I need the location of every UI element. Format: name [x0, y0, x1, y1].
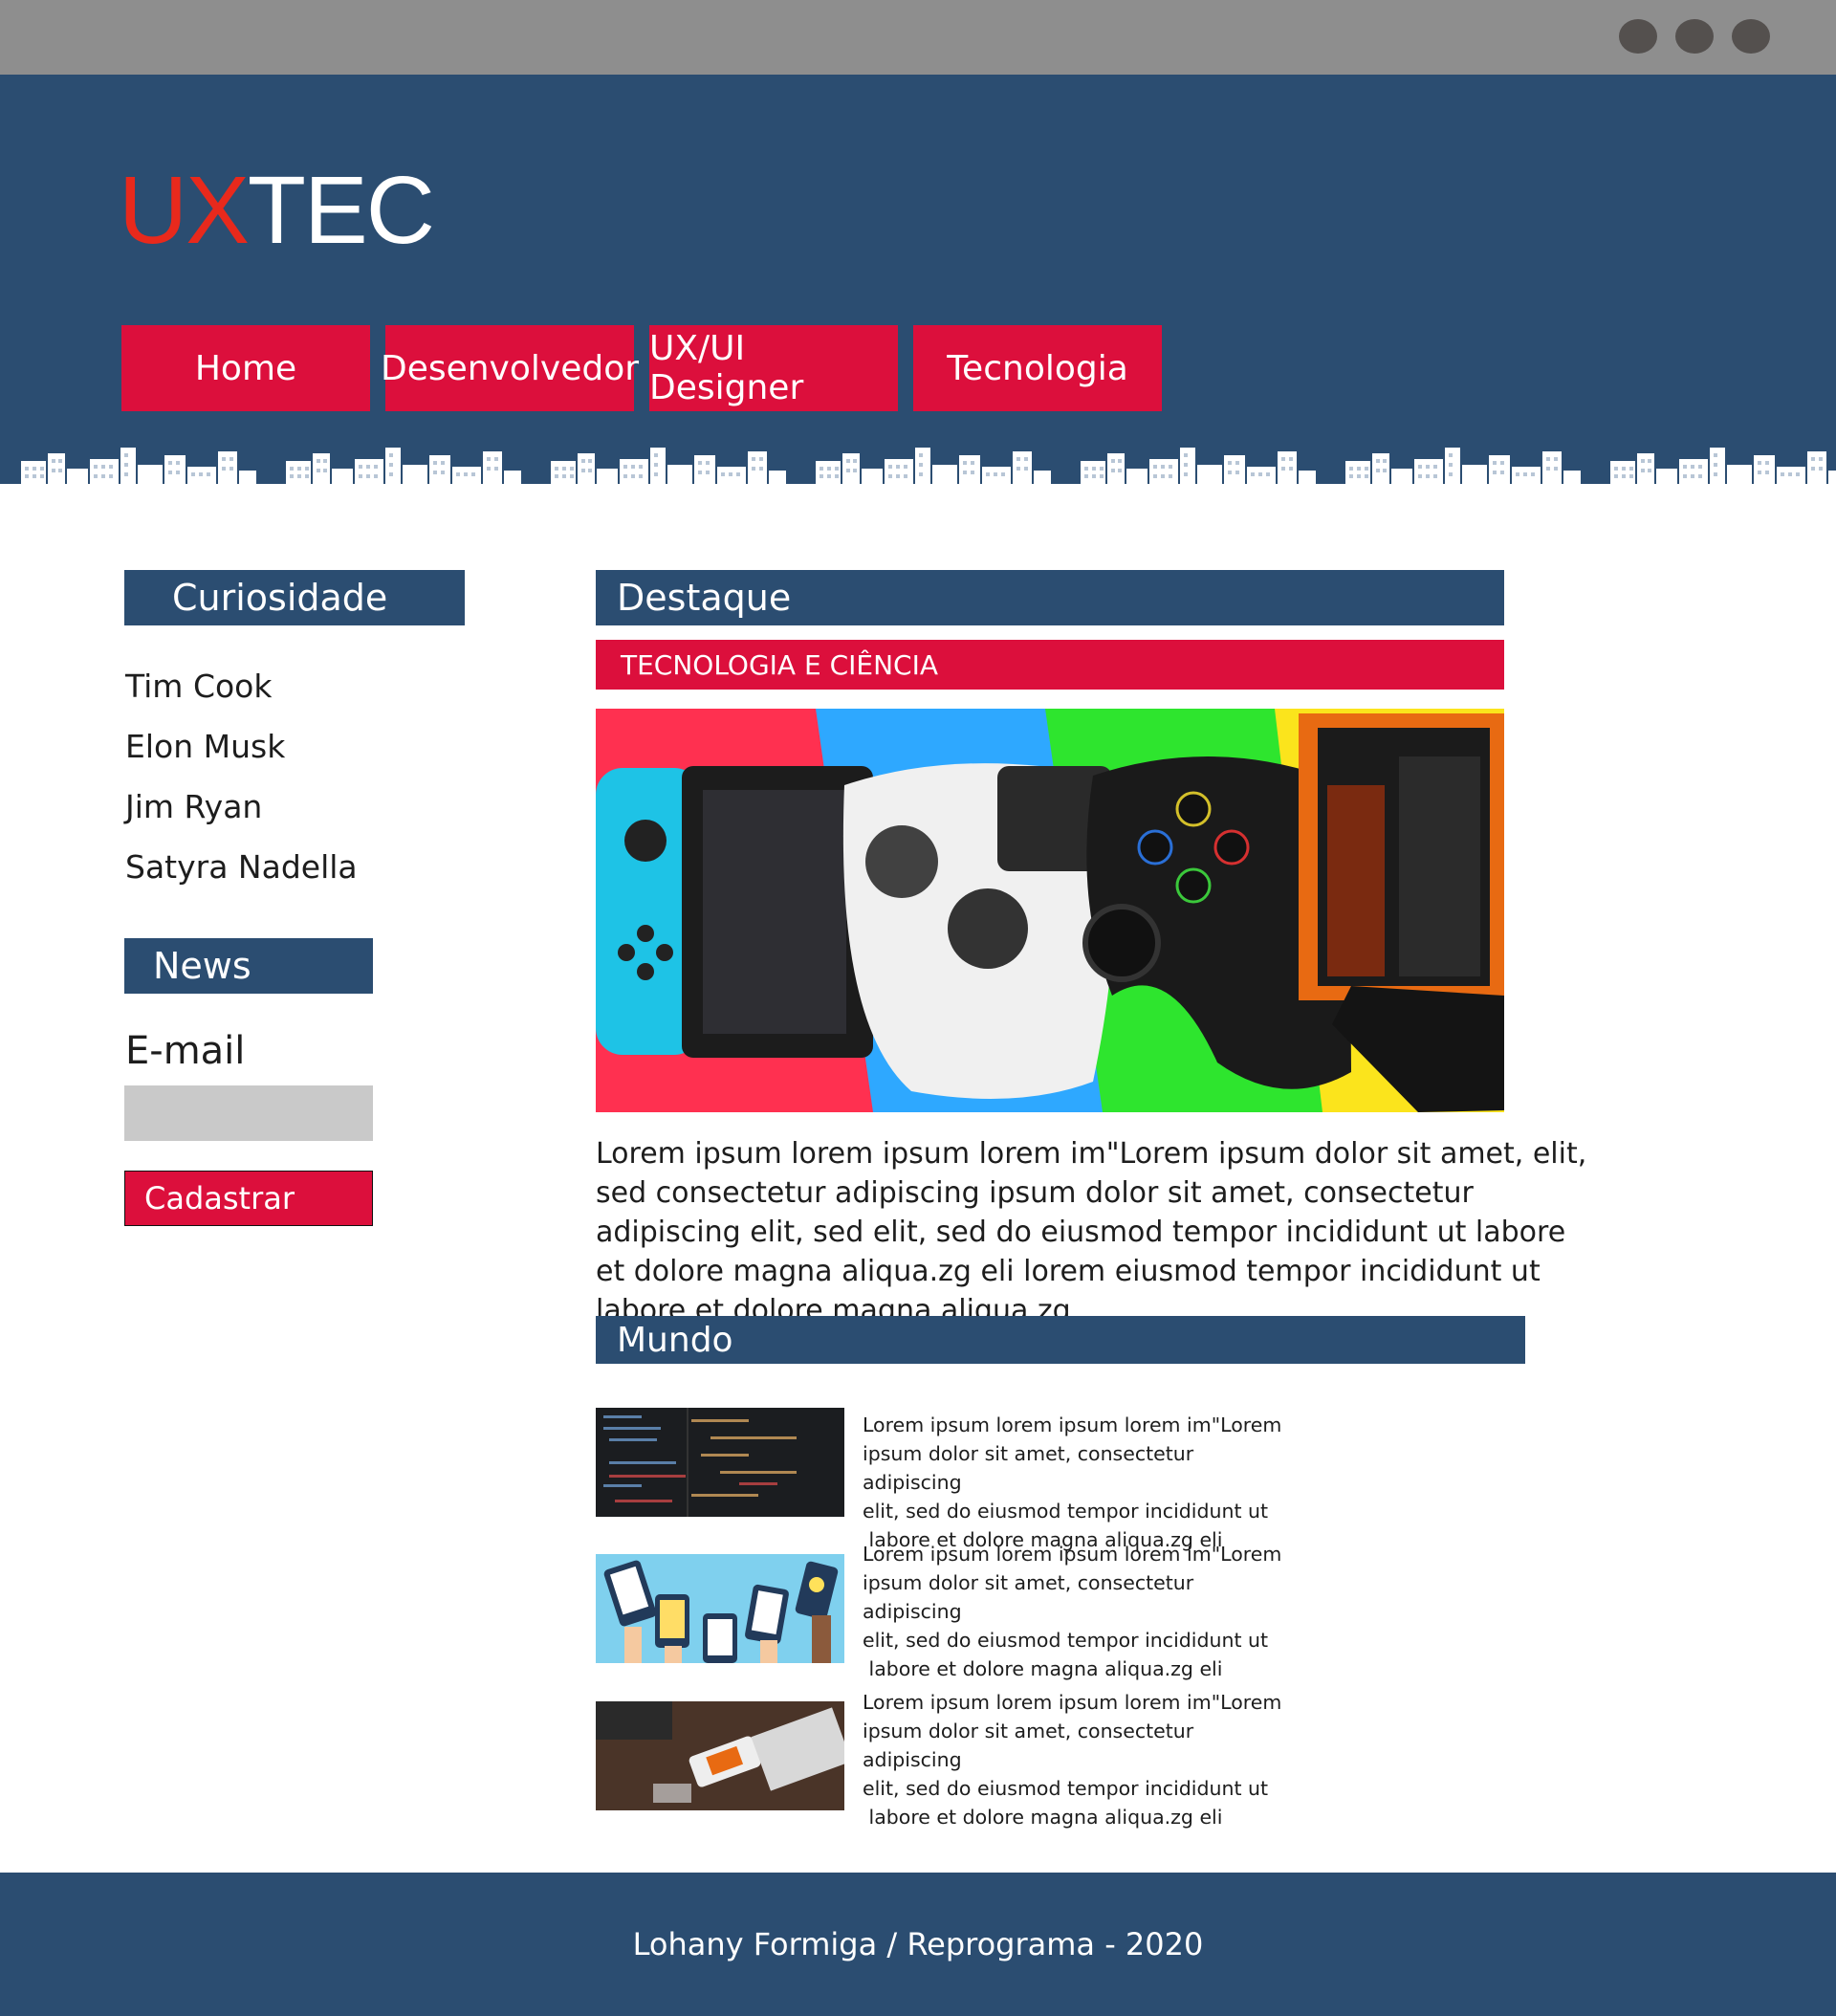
mundo-text-line: elit, sed do eiusmod tempor incididunt u…	[863, 1500, 1269, 1523]
curiosidade-link-elon-musk[interactable]: Elon Musk	[125, 728, 285, 765]
nav-desenvolvedor[interactable]: Desenvolvedor	[381, 325, 639, 411]
mundo-text-line: Lorem ipsum lorem ipsum lorem im"Lorem	[863, 1543, 1282, 1566]
mundo-text-3: Lorem ipsum lorem ipsum lorem im"Lorem i…	[863, 1688, 1283, 1831]
mundo-thumb-desk[interactable]	[596, 1701, 844, 1810]
mundo-title: Mundo	[596, 1316, 1525, 1364]
mundo-thumb-phones[interactable]	[596, 1554, 844, 1663]
curiosidade-link-jim-ryan[interactable]: Jim Ryan	[125, 788, 262, 825]
curiosidade-link-satyra-nadella[interactable]: Satyra Nadella	[125, 848, 358, 886]
site-footer: Lohany Formiga / Reprograma - 2020	[0, 1873, 1836, 2016]
window-dot-icon[interactable]	[1675, 19, 1714, 54]
mundo-text-line: ipsum dolor sit amet, consectetur adipis…	[863, 1571, 1194, 1623]
mundo-text-line: labore et dolore magna aliqua.zg eli	[863, 1657, 1223, 1680]
nav-ux-ui-designer[interactable]: UX/UI Designer	[649, 325, 898, 411]
skyline-icon	[0, 442, 1836, 497]
logo-tec: TEC	[247, 157, 435, 264]
mundo-text-line: elit, sed do eiusmod tempor incididunt u…	[863, 1777, 1269, 1800]
hero-image[interactable]	[596, 709, 1504, 1112]
mundo-text-line: ipsum dolor sit amet, consectetur adipis…	[863, 1442, 1194, 1494]
curiosidade-title: Curiosidade	[124, 570, 465, 625]
window-dot-icon[interactable]	[1619, 19, 1657, 54]
article-text: Lorem ipsum lorem ipsum lorem im"Lorem i…	[596, 1137, 1587, 1327]
email-label: E-mail	[125, 1029, 246, 1073]
logo-ux: UX	[119, 157, 250, 264]
email-field[interactable]	[124, 1085, 373, 1141]
mundo-text-2: Lorem ipsum lorem ipsum lorem im"Lorem i…	[863, 1540, 1283, 1683]
mundo-text-line: labore et dolore magna aliqua.zg eli	[863, 1806, 1223, 1829]
nav-tecnologia[interactable]: Tecnologia	[913, 325, 1162, 411]
site-header	[0, 75, 1836, 495]
mundo-text-line: Lorem ipsum lorem ipsum lorem im"Lorem	[863, 1691, 1282, 1714]
cadastrar-button[interactable]: Cadastrar	[124, 1171, 373, 1226]
browser-top-bar	[0, 0, 1836, 75]
site-logo[interactable]: UXTEC	[119, 153, 435, 268]
curiosidade-link-tim-cook[interactable]: Tim Cook	[125, 668, 272, 705]
mundo-text-line: ipsum dolor sit amet, consectetur adipis…	[863, 1720, 1194, 1771]
footer-credit: Lohany Formiga / Reprograma - 2020	[632, 1926, 1204, 1962]
mundo-thumb-code[interactable]	[596, 1408, 844, 1517]
window-dot-icon[interactable]	[1732, 19, 1770, 54]
destaque-title: Destaque	[596, 570, 1504, 625]
nav-home[interactable]: Home	[121, 325, 370, 411]
mundo-text-1: Lorem ipsum lorem ipsum lorem im"Lorem i…	[863, 1411, 1283, 1554]
category-banner[interactable]: TECNOLOGIA E CIÊNCIA	[596, 640, 1504, 690]
mundo-text-line: Lorem ipsum lorem ipsum lorem im"Lorem	[863, 1413, 1282, 1436]
news-title: News	[124, 938, 373, 994]
mundo-text-line: elit, sed do eiusmod tempor incididunt u…	[863, 1629, 1269, 1652]
